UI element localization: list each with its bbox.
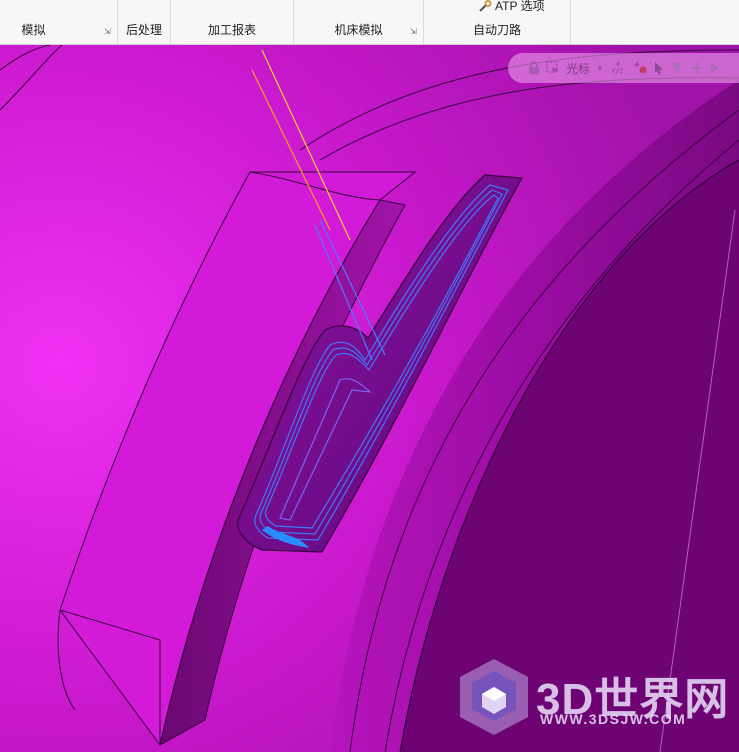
cursor-label[interactable]: 光标 xyxy=(566,60,590,77)
ribbon-toolbar: 模拟 ⇲ 后处理 加工报表 机床模拟 ⇲ 自动刀路 ATP 选项 xyxy=(0,0,739,45)
ribbon-group-label: 加工报表 xyxy=(207,23,256,37)
add-point-icon[interactable] xyxy=(634,61,648,75)
lock-icon[interactable] xyxy=(528,61,540,75)
atp-options-label: ATP 选项 xyxy=(495,0,545,13)
cube-logo-icon xyxy=(460,659,528,735)
ribbon-group-label: 模拟 xyxy=(21,23,46,37)
wrench-icon xyxy=(479,0,492,12)
watermark-subtitle: WWW.3DSJW.COM xyxy=(540,711,687,727)
3d-viewport[interactable] xyxy=(0,45,739,752)
play-icon[interactable] xyxy=(710,62,720,74)
cursor-select-icon[interactable] xyxy=(546,61,560,75)
ribbon-group-machine-sim[interactable]: 机床模拟 ⇲ xyxy=(294,0,424,44)
ribbon-group-report[interactable]: 加工报表 xyxy=(171,0,294,44)
dropdown-arrow-icon[interactable]: ▼ xyxy=(596,64,604,73)
ribbon-group-postprocess[interactable]: 后处理 xyxy=(118,0,171,44)
xyz-coordinate-icon[interactable]: xyz xyxy=(610,60,628,76)
pan-icon[interactable] xyxy=(690,61,704,75)
atp-options-button[interactable]: ATP 选项 xyxy=(478,0,545,14)
watermark-logo: 3D世界网 WWW.3DSJW.COM xyxy=(456,657,731,737)
ribbon-group-label: 后处理 xyxy=(125,23,162,37)
dialog-launcher-icon[interactable]: ⇲ xyxy=(410,28,418,36)
dialog-launcher-icon[interactable]: ⇲ xyxy=(104,28,112,36)
ribbon-group-label: 机床模拟 xyxy=(334,23,383,37)
view-toolbar: 光标 ▼ xyz xyxy=(508,53,739,83)
svg-text:xyz: xyz xyxy=(611,66,623,75)
ribbon-group-label: 自动刀路 xyxy=(472,23,521,37)
filter-icon[interactable] xyxy=(670,61,684,75)
part-model xyxy=(0,45,739,752)
ribbon-group-simulate[interactable]: 模拟 ⇲ xyxy=(0,0,118,44)
pointer-icon[interactable] xyxy=(654,61,664,75)
